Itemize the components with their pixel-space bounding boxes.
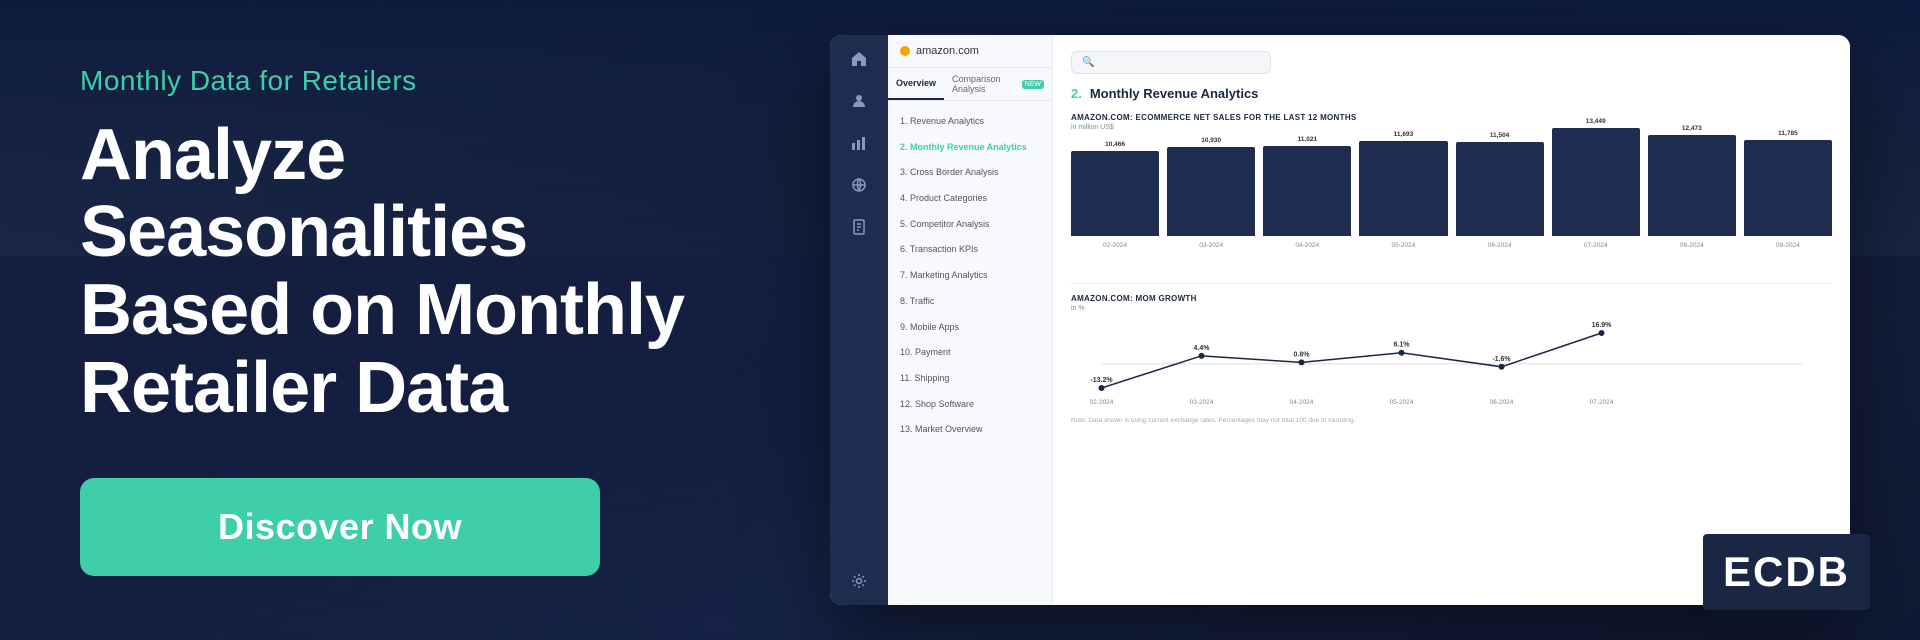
nav-item-5[interactable]: 5. Competitor Analysis <box>888 212 1052 238</box>
left-content: Monthly Data for Retailers Analyze Seaso… <box>0 5 800 636</box>
bar-month: 05-2024 <box>1392 242 1416 249</box>
svg-text:06-2024: 06-2024 <box>1490 399 1514 406</box>
subtitle: Monthly Data for Retailers <box>80 65 720 97</box>
globe-icon[interactable] <box>847 173 871 197</box>
bar-group: 10,930 03-2024 <box>1167 137 1255 249</box>
search-bar[interactable]: 🔍 <box>1071 51 1271 74</box>
bar-rect <box>1167 147 1255 236</box>
bar-rect <box>1456 142 1544 236</box>
line-chart-subtitle: in % <box>1071 305 1832 312</box>
document-icon[interactable] <box>847 215 871 239</box>
chart-note: Note: Data shown is using current exchan… <box>1071 417 1832 424</box>
ecdb-logo: ECDB <box>1703 534 1870 610</box>
bar-rect <box>1071 151 1159 236</box>
chart-icon[interactable] <box>847 131 871 155</box>
bar-month: 03-2024 <box>1199 242 1223 249</box>
bar-rect <box>1648 135 1736 236</box>
person-icon[interactable] <box>847 89 871 113</box>
bar-value: 10,466 <box>1105 141 1125 148</box>
bar-month: 02-2024 <box>1103 242 1127 249</box>
svg-text:0.8%: 0.8% <box>1294 351 1311 358</box>
svg-text:-13.2%: -13.2% <box>1090 377 1113 384</box>
section-title: 2. Monthly Revenue Analytics <box>1071 86 1832 101</box>
right-panel: amazon.com Overview Comparison Analysis … <box>800 35 1920 605</box>
bar-rect <box>1263 146 1351 236</box>
line-chart-area: AMAZON.COM: MOM GROWTH in % -13.2% 02-202… <box>1071 283 1832 424</box>
svg-text:6.1%: 6.1% <box>1394 342 1411 349</box>
nav-panel: amazon.com Overview Comparison Analysis … <box>888 35 1053 605</box>
line-chart-svg: -13.2% 02-2024 4.4% 03-2024 0.8% 04-2024 6.1% 0… <box>1071 318 1832 408</box>
bar-chart: 10,46602-202410,93003-202411,02104-20241… <box>1071 139 1832 269</box>
tab-comparison[interactable]: Comparison Analysis NEW <box>944 68 1052 100</box>
svg-text:07-2024: 07-2024 <box>1590 399 1614 406</box>
bar-value: 12,473 <box>1682 125 1702 132</box>
settings-icon[interactable] <box>847 569 871 593</box>
nav-item-13[interactable]: 13. Market Overview <box>888 417 1052 443</box>
new-badge: NEW <box>1022 80 1044 89</box>
sidebar <box>830 35 888 605</box>
bar-month: 09-2024 <box>1776 242 1800 249</box>
bar-value: 10,930 <box>1201 137 1221 144</box>
banner: Monthly Data for Retailers Analyze Seaso… <box>0 0 1920 640</box>
tab-overview[interactable]: Overview <box>888 68 944 100</box>
nav-item-12[interactable]: 12. Shop Software <box>888 392 1052 418</box>
bar-rect <box>1552 128 1640 236</box>
nav-item-9[interactable]: 9. Mobile Apps <box>888 315 1052 341</box>
bar-group: 13,449 07-2024 <box>1552 118 1640 249</box>
nav-item-6[interactable]: 6. Transaction KPIs <box>888 237 1052 263</box>
logo-dot <box>900 46 910 56</box>
bar-value: 11,785 <box>1778 130 1798 137</box>
main-title: Analyze Seasonalities Based on Monthly R… <box>80 117 720 428</box>
bar-value: 11,021 <box>1298 136 1318 143</box>
bar-group: 11,021 04-2024 <box>1263 136 1351 249</box>
nav-item-4[interactable]: 4. Product Categories <box>888 186 1052 212</box>
bar-chart-area: AMAZON.COM: ECOMMERCE NET SALES FOR THE … <box>1071 113 1832 269</box>
bar-group: 10,466 02-2024 <box>1071 141 1159 249</box>
home-icon[interactable] <box>847 47 871 71</box>
bar-value: 11,693 <box>1394 131 1414 138</box>
line-chart-title: AMAZON.COM: MOM GROWTH <box>1071 294 1832 303</box>
bar-rect <box>1359 141 1447 236</box>
bar-group: 11,785 09-2024 <box>1744 130 1832 249</box>
bar-chart-title: AMAZON.COM: ECOMMERCE NET SALES FOR THE … <box>1071 113 1832 122</box>
svg-text:16.9%: 16.9% <box>1592 322 1613 329</box>
svg-text:04-2024: 04-2024 <box>1290 399 1314 406</box>
nav-item-11[interactable]: 11. Shipping <box>888 366 1052 392</box>
nav-item-7[interactable]: 7. Marketing Analytics <box>888 263 1052 289</box>
search-icon: 🔍 <box>1082 57 1094 68</box>
main-content: 🔍 2. Monthly Revenue Analytics AMAZON.CO… <box>1053 35 1850 605</box>
bar-value: 13,449 <box>1586 118 1606 125</box>
bar-group: 12,473 08-2024 <box>1648 125 1736 249</box>
ecdb-text: ECDB <box>1723 548 1850 596</box>
nav-items: 1. Revenue Analytics 2. Monthly Revenue … <box>888 101 1052 605</box>
discover-now-button[interactable]: Discover Now <box>80 478 600 576</box>
bar-value: 11,504 <box>1490 132 1510 139</box>
bar-month: 07-2024 <box>1584 242 1608 249</box>
company-name: amazon.com <box>916 45 979 57</box>
nav-item-2[interactable]: 2. Monthly Revenue Analytics <box>888 135 1052 161</box>
nav-item-10[interactable]: 10. Payment <box>888 340 1052 366</box>
svg-text:-1.6%: -1.6% <box>1492 356 1511 363</box>
nav-item-3[interactable]: 3. Cross Border Analysis <box>888 160 1052 186</box>
bar-month: 08-2024 <box>1680 242 1704 249</box>
nav-header: amazon.com <box>888 35 1052 68</box>
svg-text:02-2024: 02-2024 <box>1090 399 1114 406</box>
bar-rect <box>1744 140 1832 236</box>
svg-text:03-2024: 03-2024 <box>1190 399 1214 406</box>
svg-text:05-2024: 05-2024 <box>1390 399 1414 406</box>
nav-item-1[interactable]: 1. Revenue Analytics <box>888 109 1052 135</box>
ui-window: amazon.com Overview Comparison Analysis … <box>830 35 1850 605</box>
bar-group: 11,504 06-2024 <box>1456 132 1544 249</box>
bar-month: 04-2024 <box>1295 242 1319 249</box>
bar-month: 06-2024 <box>1488 242 1512 249</box>
bar-group: 11,693 05-2024 <box>1359 131 1447 249</box>
nav-tabs: Overview Comparison Analysis NEW <box>888 68 1052 101</box>
svg-text:4.4%: 4.4% <box>1194 345 1211 352</box>
nav-item-8[interactable]: 8. Traffic <box>888 289 1052 315</box>
